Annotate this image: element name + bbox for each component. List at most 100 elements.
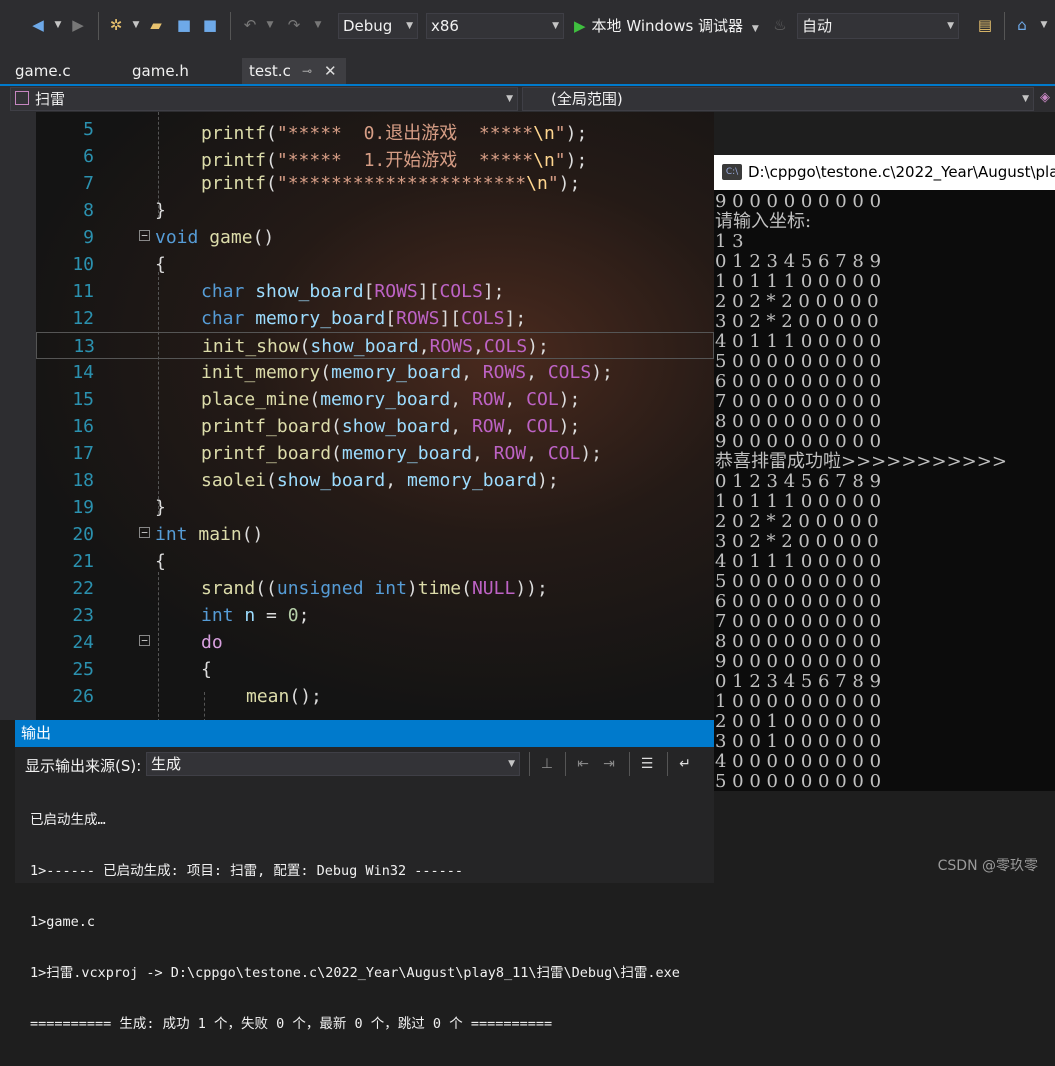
tab-test-c[interactable]: test.c ⊸ ✕ [242, 58, 346, 84]
output-panel-header[interactable]: 输出 [15, 720, 714, 747]
output-toolbar: 显示输出来源(S): 生成 ▼ ⊥ ⇤ ⇥ ☰ ↵ [15, 749, 714, 779]
code-line[interactable]: 15 place_mine(memory_board, ROW, COL); [36, 386, 714, 413]
code-line[interactable]: 12 char memory_board[ROWS][COLS]; [36, 305, 714, 332]
platform-select[interactable]: x86 ▼ [426, 13, 564, 39]
new-item-dropdown-icon[interactable]: ▼ [126, 14, 146, 36]
code-line[interactable]: 18 saolei(show_board, memory_board); [36, 467, 714, 494]
configuration-select[interactable]: Debug ▼ [338, 13, 418, 39]
code-line[interactable]: 21 { [36, 548, 714, 575]
forward-icon[interactable]: ▶ [68, 14, 88, 36]
code-line[interactable]: 24 − do [36, 629, 714, 656]
previous-message-icon[interactable]: ⇤ [573, 754, 593, 774]
line-number: 26 [72, 686, 94, 707]
line-number: 12 [72, 308, 94, 329]
code-line[interactable]: 22 srand((unsigned int)time(NULL)); [36, 575, 714, 602]
code-line[interactable]: 25 { [36, 656, 714, 683]
tab-game-h[interactable]: game.h [125, 58, 241, 84]
line-number: 5 [83, 119, 94, 140]
console-line: 5 0 0 0 0 0 0 0 0 0 [715, 351, 882, 372]
output-line: 已启动生成… [30, 812, 106, 828]
code-text: } [155, 200, 166, 221]
collapse-icon[interactable]: − [139, 230, 150, 241]
word-wrap-icon[interactable]: ↵ [675, 754, 695, 774]
line-number: 24 [72, 632, 94, 653]
code-line[interactable]: 16 printf_board(show_board, ROW, COL); [36, 413, 714, 440]
code-text: init_memory(memory_board, ROWS, COLS); [201, 362, 613, 383]
console-window[interactable]: C:\ D:\cppgo\testone.c\2022_Year\August\… [714, 155, 1055, 791]
overflow-dropdown-icon[interactable]: ▼ [1034, 14, 1054, 36]
console-line: 恭喜排雷成功啦>>>>>>>>>>> [715, 451, 1007, 472]
output-source-label: 显示输出来源(S): [25, 757, 142, 775]
undo-icon[interactable]: ↶ [240, 14, 260, 36]
code-line[interactable]: 17 printf_board(memory_board, ROW, COL); [36, 440, 714, 467]
clear-all-icon[interactable]: ☰ [637, 754, 657, 774]
code-line[interactable]: 23 int n = 0; [36, 602, 714, 629]
auto-select[interactable]: 自动 ▼ [797, 13, 959, 39]
console-line: 8 0 0 0 0 0 0 0 0 0 [715, 411, 882, 432]
code-editor[interactable]: 5 printf("***** 0.退出游戏 *****\n"); 6 prin… [0, 112, 714, 720]
code-line[interactable]: 14 init_memory(memory_board, ROWS, COLS)… [36, 359, 714, 386]
console-line: 4 0 1 1 1 0 0 0 0 0 [715, 551, 882, 572]
redo-dropdown-icon[interactable]: ▼ [308, 14, 328, 36]
line-number: 18 [72, 470, 94, 491]
back-icon[interactable]: ◀ [28, 14, 48, 36]
redo-icon[interactable]: ↷ [284, 14, 304, 36]
home-icon[interactable]: ⌂ [1012, 14, 1032, 36]
console-line: 9 0 0 0 0 0 0 0 0 0 [715, 431, 882, 452]
line-number: 7 [83, 173, 94, 194]
editor-margin [0, 112, 36, 720]
code-line-current[interactable]: 13 init_show(show_board,ROWS,COLS); [36, 332, 714, 359]
project-select[interactable]: 扫雷 ▼ [10, 87, 518, 111]
goto-error-icon[interactable]: ⊥ [537, 754, 557, 774]
configuration-value: Debug [343, 17, 393, 35]
console-title-bar[interactable]: C:\ D:\cppgo\testone.c\2022_Year\August\… [714, 155, 1055, 190]
scope-select[interactable]: (全局范围) ▼ [522, 87, 1034, 111]
code-line[interactable]: 6 printf("***** 1.开始游戏 *****\n"); [36, 143, 714, 171]
code-line[interactable]: 9 − void game() [36, 224, 714, 251]
new-item-icon[interactable]: ✲ [106, 14, 126, 36]
console-line: 请输入坐标: [715, 211, 812, 232]
save-all-icon[interactable]: ■ [200, 14, 220, 36]
console-line: 1 0 0 0 0 0 0 0 0 0 [715, 691, 882, 712]
console-output: 9 0 0 0 0 0 0 0 0 0 请输入坐标: 1 30 1 2 3 4 5 … [714, 192, 1055, 791]
code-text: char memory_board[ROWS][COLS]; [201, 308, 527, 329]
toolbar-separator [529, 752, 530, 776]
toolbar-separator [230, 12, 231, 40]
watermark: CSDN @零玖零 [937, 858, 1038, 874]
code-line[interactable]: 5 printf("***** 0.退出游戏 *****\n"); [36, 116, 714, 144]
console-line: 2 0 2 * 2 0 0 0 0 0 [715, 511, 879, 532]
code-line[interactable]: 26 mean(); [36, 683, 714, 710]
start-debugger-button[interactable]: ▶ 本地 Windows 调试器 ▼ [574, 13, 759, 39]
code-line[interactable]: 19 } [36, 494, 714, 521]
code-line[interactable]: 20 − int main() [36, 521, 714, 548]
code-line[interactable]: 11 char show_board[ROWS][COLS]; [36, 278, 714, 305]
console-line: 5 0 0 0 0 0 0 0 0 0 [715, 571, 882, 592]
tab-label: game.h [132, 62, 189, 80]
pin-icon[interactable]: ⊸ [302, 58, 312, 84]
toolbar-separator [98, 12, 99, 40]
collapse-icon[interactable]: − [139, 527, 150, 538]
close-icon[interactable]: ✕ [324, 58, 337, 84]
code-line[interactable]: 10 { [36, 251, 714, 278]
output-source-select[interactable]: 生成 ▼ [146, 752, 520, 776]
console-line: 9 0 0 0 0 0 0 0 0 0 [715, 651, 882, 672]
back-dropdown-icon[interactable]: ▼ [48, 14, 68, 36]
save-icon[interactable]: ■ [174, 14, 194, 36]
open-folder-icon[interactable]: ▰ [146, 14, 166, 36]
next-message-icon[interactable]: ⇥ [599, 754, 619, 774]
console-line: 8 0 0 0 0 0 0 0 0 0 [715, 631, 882, 652]
code-text: printf("***** 1.开始游戏 *****\n"); [201, 150, 588, 171]
find-in-files-icon[interactable]: ▤ [975, 14, 995, 36]
collapse-icon[interactable]: − [139, 635, 150, 646]
undo-dropdown-icon[interactable]: ▼ [260, 14, 280, 36]
line-number: 9 [83, 227, 94, 248]
tab-game-c[interactable]: game.c [8, 58, 124, 84]
line-number: 25 [72, 659, 94, 680]
line-number: 19 [72, 497, 94, 518]
console-line: 6 0 0 0 0 0 0 0 0 0 [715, 371, 882, 392]
hot-reload-icon[interactable]: ♨ [770, 14, 790, 36]
code-line[interactable]: 7 printf("**********************\n"); [36, 170, 714, 197]
code-line[interactable]: 8 } [36, 197, 714, 224]
chevron-down-icon: ▼ [947, 21, 954, 31]
output-line: 1>------ 已启动生成: 项目: 扫雷, 配置: Debug Win32 … [30, 863, 463, 879]
